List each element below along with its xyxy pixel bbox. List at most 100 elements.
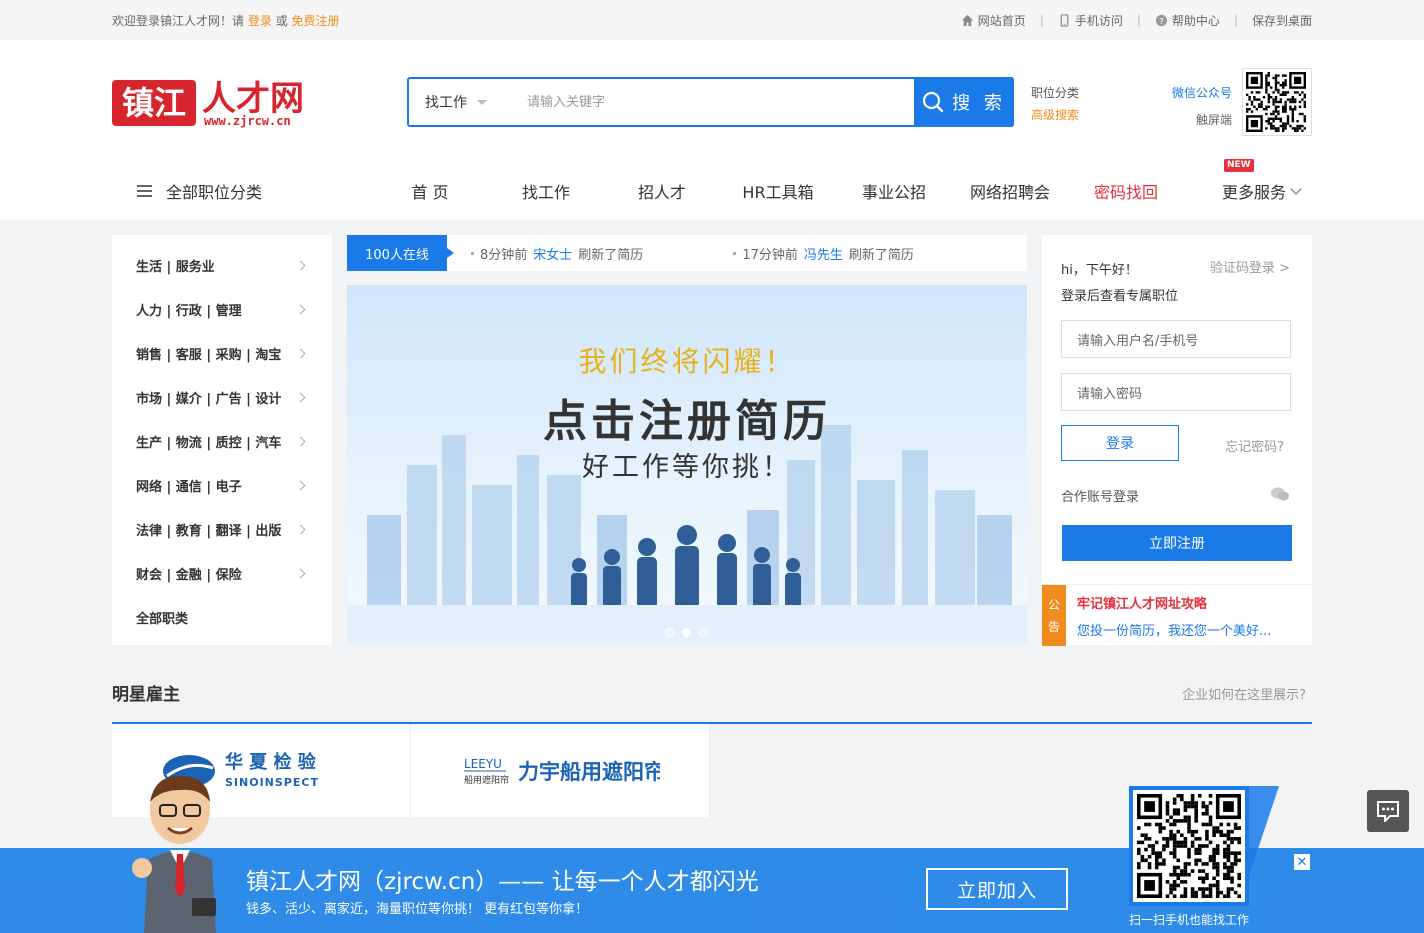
category-item[interactable]: 生活 | 服务业 xyxy=(112,243,332,287)
hero-banner[interactable]: 我们终将闪耀！ 点击注册简历 好工作等你挑！ xyxy=(347,285,1027,645)
nav-hr-tools[interactable]: HR工具箱 xyxy=(720,179,836,203)
svg-text:LEEYU: LEEYU xyxy=(464,757,502,771)
category-sidebar: 生活 | 服务业 人力 | 行政 | 管理 销售 | 客服 | 采购 | 淘宝 … xyxy=(112,235,332,645)
svg-text:?: ? xyxy=(1159,15,1163,25)
notice-text-link[interactable]: 您投一份简历，我还您一个美好... xyxy=(1077,620,1271,639)
chevron-down-icon xyxy=(1290,183,1302,195)
search-type-select[interactable]: 找工作 xyxy=(409,79,507,125)
category-item[interactable]: 生产 | 物流 | 质控 | 汽车 xyxy=(112,419,332,463)
category-all[interactable]: 全部职类 xyxy=(112,595,332,639)
help-icon: ? xyxy=(1155,14,1167,26)
qr-code-small xyxy=(1242,68,1312,136)
category-item[interactable]: 网络 | 通信 | 电子 xyxy=(112,463,332,507)
register-button[interactable]: 立即注册 xyxy=(1062,525,1292,561)
save-desktop-link[interactable]: 保存到桌面 xyxy=(1252,12,1312,29)
forgot-password-link[interactable]: 忘记密码? xyxy=(1225,436,1284,455)
username-input[interactable]: 请输入用户名/手机号 xyxy=(1061,320,1291,358)
search-bar: 找工作 搜 索 xyxy=(407,77,1014,127)
promo-subtext: 钱多、活少、离家近，海量职位等你挑！ 更有红包等你拿！ xyxy=(246,902,589,917)
banner-line3: 好工作等你挑！ xyxy=(582,452,792,483)
category-item[interactable]: 销售 | 客服 | 采购 | 淘宝 xyxy=(112,331,332,375)
carousel-dot[interactable] xyxy=(665,628,674,637)
job-category-link[interactable]: 职位分类 xyxy=(1031,82,1079,104)
top-bar: 欢迎登录镇江人才网！请 登录 或 免费注册 网站首页 | 手机访问 | ? 帮助… xyxy=(0,0,1424,40)
svg-text:镇江: 镇江 xyxy=(122,84,186,122)
site-home-link[interactable]: 网站首页 xyxy=(961,12,1026,29)
menu-icon xyxy=(137,185,152,197)
employer-showcase-link[interactable]: 企业如何在这里展示? xyxy=(1182,684,1306,703)
chevron-right-icon xyxy=(295,480,306,490)
nav-recruit[interactable]: 招人才 xyxy=(604,179,720,203)
notice-tag: 公告 xyxy=(1042,585,1066,646)
category-item[interactable]: 人力 | 行政 | 管理 xyxy=(112,287,332,331)
carousel-dot-active[interactable] xyxy=(682,628,691,637)
nav-password-recovery[interactable]: 密码找回 xyxy=(1068,179,1184,203)
greeting: hi，下午好！ xyxy=(1061,263,1138,278)
qr-decoration xyxy=(1249,786,1279,876)
ticker-user-link[interactable]: 冯先生 xyxy=(804,244,843,263)
login-panel: hi，下午好！ 验证码登录 > 登录后查看专属职位 请输入用户名/手机号 请输入… xyxy=(1042,235,1312,646)
welcome-text: 欢迎登录镇江人才网！请 登录 或 免费注册 xyxy=(112,13,340,28)
top-login-link[interactable]: 登录 xyxy=(248,14,272,28)
nav-public-recruit[interactable]: 事业公招 xyxy=(836,179,952,203)
code-login-link[interactable]: 验证码登录 > xyxy=(1210,257,1290,276)
login-button[interactable]: 登录 xyxy=(1061,425,1179,461)
nav-find-job[interactable]: 找工作 xyxy=(488,179,604,203)
all-categories-menu[interactable]: 全部职位分类 xyxy=(112,179,372,203)
employer-logo-leeyu[interactable]: LEEYU 船用遮阳帘 力宇船用遮阳帘 xyxy=(411,724,710,817)
svg-text:力宇船用遮阳帘: 力宇船用遮阳帘 xyxy=(518,760,660,784)
home-icon xyxy=(961,14,973,26)
close-icon[interactable]: ✕ xyxy=(1294,854,1310,870)
nav-more-services[interactable]: 更多服务 xyxy=(1222,179,1302,203)
advanced-links: 职位分类 高级搜索 xyxy=(1031,82,1079,126)
top-register-link[interactable]: 免费注册 xyxy=(292,14,340,28)
online-count: 100人在线 xyxy=(347,235,454,271)
carousel-dots xyxy=(665,628,708,637)
chevron-right-icon xyxy=(295,436,306,446)
chevron-right-icon xyxy=(295,260,306,270)
coop-login-label: 合作账号登录 xyxy=(1061,490,1140,505)
nav-home[interactable]: 首 页 xyxy=(372,179,488,203)
scan-text: 扫一扫手机也能找工作 xyxy=(1129,913,1250,927)
svg-text:www.zjrcw.cn: www.zjrcw.cn xyxy=(204,114,291,128)
activity-ticker: 100人在线 8分钟前 宋女士 刷新了简历 17分钟前 冯先生 刷新了简历 xyxy=(347,235,1027,271)
help-center-link[interactable]: ? 帮助中心 xyxy=(1155,12,1220,29)
wechat-official-link[interactable]: 微信公众号 xyxy=(1172,80,1232,107)
banner-line2: 点击注册简历 xyxy=(543,396,831,447)
star-employers-title: 明星雇主 xyxy=(112,685,180,705)
chevron-right-icon xyxy=(295,304,306,314)
phone-icon xyxy=(1060,13,1069,27)
category-item[interactable]: 市场 | 媒介 | 广告 | 设计 xyxy=(112,375,332,419)
wechat-links: 微信公众号 触屏端 xyxy=(1172,80,1232,134)
join-now-button[interactable]: 立即加入 xyxy=(926,868,1068,910)
advanced-search-link[interactable]: 高级搜索 xyxy=(1031,104,1079,126)
site-logo[interactable]: 镇江 人才网 www.zjrcw.cn xyxy=(112,78,317,128)
svg-text:华 夏 检 验: 华 夏 检 验 xyxy=(225,751,317,773)
chevron-right-icon xyxy=(295,392,306,402)
svg-text:人才网: 人才网 xyxy=(202,79,304,119)
search-icon xyxy=(923,91,944,113)
svg-text:船用遮阳帘: 船用遮阳帘 xyxy=(464,774,509,786)
chat-button[interactable] xyxy=(1367,790,1409,832)
svg-text:SINOINSPECT: SINOINSPECT xyxy=(225,776,319,789)
caret-down-icon xyxy=(477,99,487,105)
search-button[interactable]: 搜 索 xyxy=(914,77,1014,127)
carousel-dot[interactable] xyxy=(699,628,708,637)
notice-title-link[interactable]: 牢记镇江人才网址攻略 xyxy=(1077,593,1207,612)
qr-code-large xyxy=(1129,786,1249,906)
mobile-access-link[interactable]: 手机访问 xyxy=(1058,12,1123,29)
ticker-message: 17分钟前 冯先生 刷新了简历 xyxy=(733,244,914,263)
touch-link[interactable]: 触屏端 xyxy=(1172,107,1232,134)
category-item[interactable]: 财会 | 金融 | 保险 xyxy=(112,551,332,595)
ticker-user-link[interactable]: 宋女士 xyxy=(533,244,572,263)
password-input[interactable]: 请输入密码 xyxy=(1061,373,1291,411)
search-input[interactable] xyxy=(507,79,914,125)
main-nav: 全部职位分类 首 页 找工作 招人才 HR工具箱 事业公招 网络招聘会 密码找回… xyxy=(112,159,1312,214)
banner-line1: 我们终将闪耀！ xyxy=(578,345,796,378)
chevron-right-icon xyxy=(295,568,306,578)
category-item[interactable]: 法律 | 教育 | 翻译 | 出版 xyxy=(112,507,332,551)
nav-online-fair[interactable]: 网络招聘会 xyxy=(952,179,1068,203)
new-badge: NEW xyxy=(1224,159,1254,172)
header: 镇江 人才网 www.zjrcw.cn 找工作 搜 索 职位分类 高级搜索 微信… xyxy=(0,40,1424,220)
wechat-icon[interactable] xyxy=(1270,486,1290,502)
